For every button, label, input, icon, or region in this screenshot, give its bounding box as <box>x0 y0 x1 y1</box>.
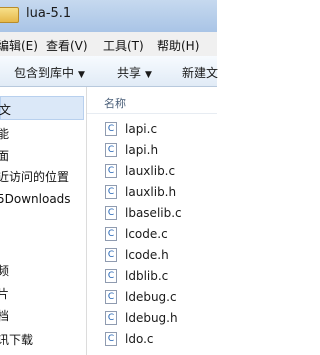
file-name: lcode.c <box>125 227 168 241</box>
nav-item-thunder-download[interactable]: 讯下载 <box>0 331 33 348</box>
column-header-name[interactable]: 名称 <box>104 95 126 111</box>
file-name: lauxlib.h <box>125 185 177 199</box>
file-name: ldo.c <box>125 332 154 346</box>
share-label: 共享 <box>117 66 142 80</box>
c-file-icon: C <box>105 122 117 136</box>
header-divider <box>87 113 217 114</box>
c-file-icon: C <box>105 164 117 178</box>
nav-item-videos[interactable]: 频 <box>0 262 9 279</box>
list-item[interactable]: Clcode.c <box>105 224 217 244</box>
list-item[interactable]: Clapi.h <box>105 140 217 160</box>
menu-tools[interactable]: 工具(T) <box>103 37 144 54</box>
file-list: 名称 Clapi.c Clapi.h Clauxlib.c Clauxlib.h Clb… <box>87 87 217 355</box>
share-button[interactable]: 共享 ▼ <box>117 64 152 81</box>
c-file-icon: C <box>105 206 117 220</box>
include-in-library-button[interactable]: 包含到库中 ▼ <box>14 64 85 81</box>
nav-item-downloads[interactable]: 5Downloads <box>0 192 71 206</box>
menu-edit[interactable]: 编辑(E) <box>0 37 38 54</box>
nav-item-documents[interactable]: 档 <box>0 307 9 324</box>
new-folder-button[interactable]: 新建文 <box>182 64 218 81</box>
list-item[interactable]: Clauxlib.c <box>105 161 217 181</box>
file-name: lapi.c <box>125 122 158 136</box>
chevron-down-icon: ▼ <box>78 70 85 80</box>
c-file-icon: C <box>105 290 117 304</box>
nav-item-desktop[interactable]: 面 <box>0 147 9 164</box>
c-file-icon: C <box>105 248 117 262</box>
chevron-down-icon: ▼ <box>145 70 152 80</box>
menu-help[interactable]: 帮助(H) <box>157 37 199 54</box>
file-name: ldblib.c <box>125 269 169 283</box>
list-item[interactable]: Clauxlib.h <box>105 182 217 202</box>
file-name: lcode.h <box>125 248 169 262</box>
menu-bar: 编辑(E) 查看(V) 工具(T) 帮助(H) <box>0 32 217 57</box>
nav-item-1[interactable]: 能 <box>0 125 9 142</box>
folder-icon <box>0 7 19 23</box>
command-bar: 包含到库中 ▼ 共享 ▼ 新建文 <box>0 56 218 87</box>
file-name: lauxlib.c <box>125 164 176 178</box>
list-item[interactable]: Clbaselib.c <box>105 203 217 223</box>
c-file-icon: C <box>105 143 117 157</box>
file-name: lapi.h <box>125 143 159 157</box>
include-in-library-label: 包含到库中 <box>14 66 75 80</box>
menu-view[interactable]: 查看(V) <box>46 37 88 54</box>
list-item[interactable]: Clapi.c <box>105 119 217 139</box>
c-file-icon: C <box>105 311 117 325</box>
list-item[interactable]: Clcode.h <box>105 245 217 265</box>
nav-item-recent-places[interactable]: 近访问的位置 <box>0 168 69 185</box>
list-item[interactable]: Cldo.c <box>105 329 217 349</box>
window-title: lua-5.1 <box>26 6 72 21</box>
title-bar: lua-5.1 <box>0 0 217 33</box>
file-name: lbaselib.c <box>125 206 182 220</box>
c-file-icon: C <box>105 227 117 241</box>
list-item[interactable]: Cldblib.c <box>105 266 217 286</box>
file-name: ldebug.h <box>125 311 178 325</box>
nav-item-pictures[interactable]: 片 <box>0 285 9 302</box>
c-file-icon: C <box>105 185 117 199</box>
list-item[interactable]: Cldebug.c <box>105 287 217 307</box>
navigation-pane: 文 能 面 近访问的位置 5Downloads 频 片 档 讯下载 <box>0 87 87 355</box>
list-item[interactable]: Cldebug.h <box>105 308 217 328</box>
c-file-icon: C <box>105 269 117 283</box>
file-name: ldebug.c <box>125 290 177 304</box>
nav-item-favorites[interactable]: 文 <box>0 96 84 120</box>
c-file-icon: C <box>105 332 117 346</box>
